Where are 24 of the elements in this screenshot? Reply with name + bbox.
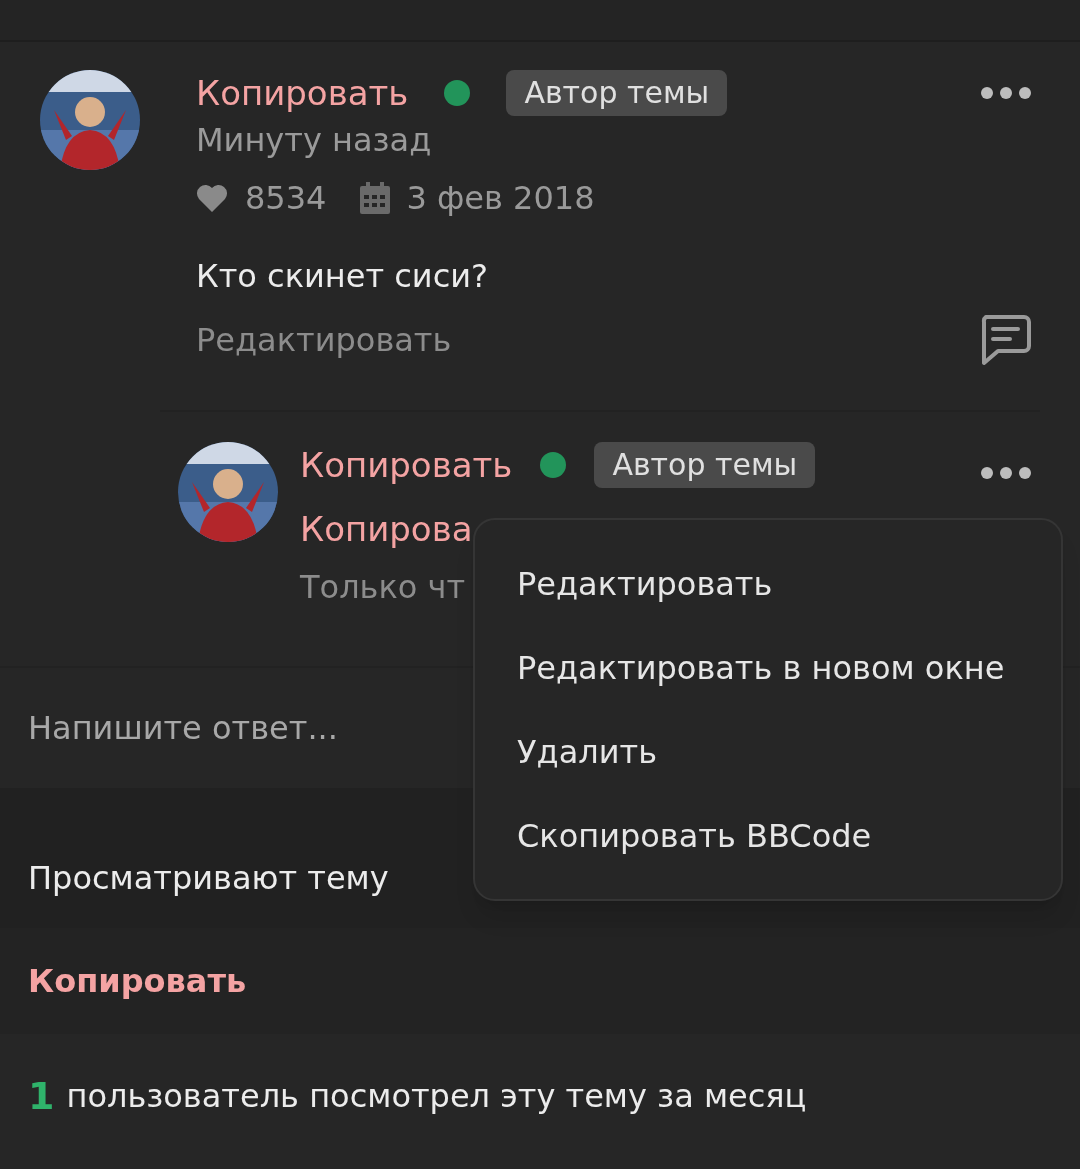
menu-item[interactable]: Скопировать BBCode: [475, 793, 1061, 878]
section-title: Просматривают тему: [28, 858, 389, 899]
viewer-name[interactable]: Копировать: [28, 957, 247, 1005]
menu-item[interactable]: Редактировать: [475, 541, 1061, 626]
reply-input-field[interactable]: Напишите ответ...: [28, 704, 468, 752]
author-name[interactable]: Копирова: [300, 506, 473, 552]
author-name[interactable]: Копировать: [300, 442, 513, 488]
post-text: Кто скинет сиси?: [196, 256, 489, 297]
edit-link[interactable]: Редактировать: [196, 316, 452, 364]
calendar-icon: [360, 182, 391, 214]
author-name[interactable]: Копировать: [196, 70, 409, 116]
menu-item[interactable]: Редактировать в новом окне: [475, 625, 1061, 710]
view-count: 1: [28, 1072, 55, 1120]
view-stat-text: пользователь посмотрел эту тему за месяц: [66, 1076, 807, 1117]
registration-date: 3 фев 2018: [406, 178, 595, 219]
author-badge: Автор темы: [594, 442, 816, 488]
like-count: 8534: [245, 178, 327, 219]
more-icon[interactable]: [980, 466, 1032, 480]
heart-icon: [196, 184, 228, 212]
reply-time: Только чт: [300, 567, 466, 608]
post-time: Минуту назад: [196, 120, 433, 161]
menu-item[interactable]: Удалить: [475, 709, 1061, 794]
more-icon[interactable]: [980, 86, 1032, 100]
author-badge: Автор темы: [506, 70, 728, 116]
